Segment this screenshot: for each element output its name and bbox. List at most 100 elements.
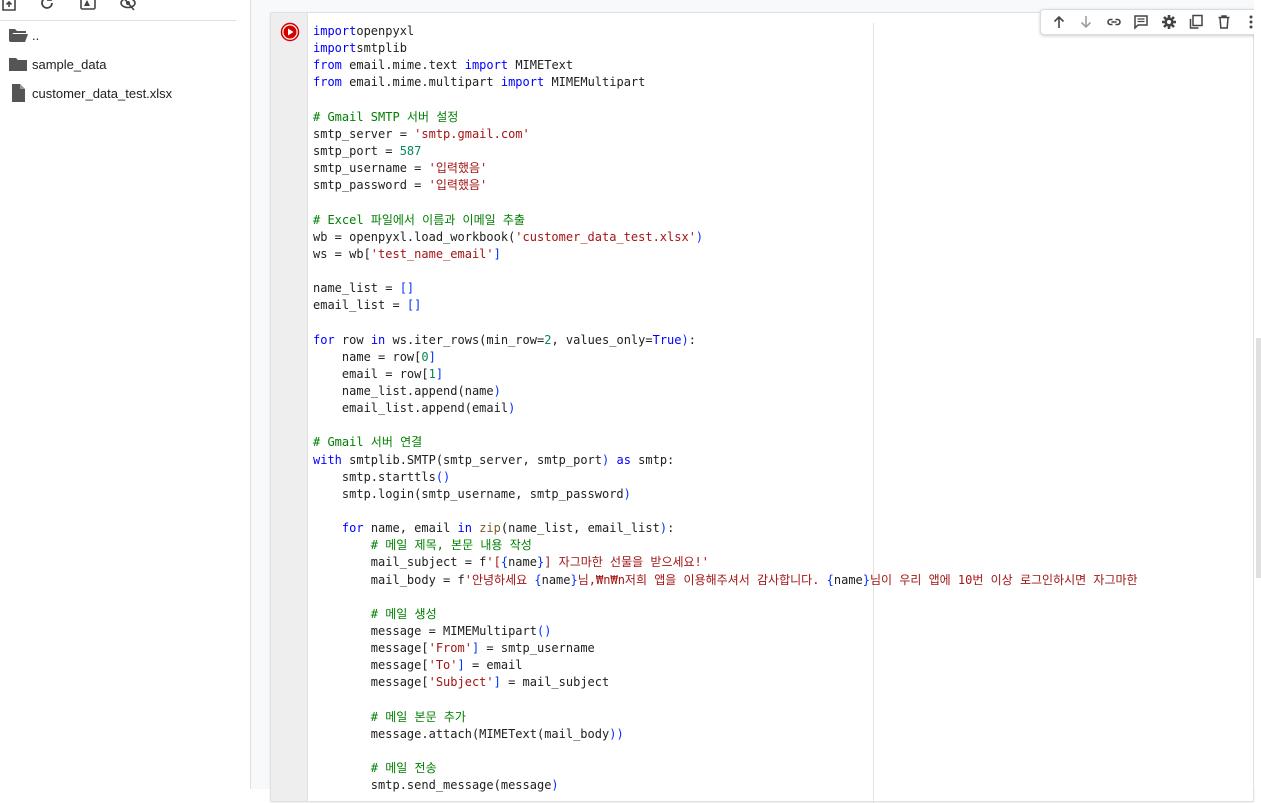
code-line[interactable]: smtp_server = 'smtp.gmail.com'	[313, 126, 1243, 143]
code-token: {	[534, 572, 542, 587]
code-line[interactable]: with smtplib.SMTP(smtp_server, smtp_port…	[313, 452, 1243, 469]
code-line[interactable]	[313, 743, 1243, 760]
code-line[interactable]: importsmtplib	[313, 40, 1243, 57]
code-line[interactable]: name = row[0]	[313, 349, 1243, 366]
file-item-customer-data[interactable]: customer_data_test.xlsx	[0, 81, 236, 105]
vertical-scrollbar[interactable]	[1254, 0, 1261, 789]
code-token: MIMEMultipart	[544, 75, 646, 90]
code-token: )	[681, 332, 689, 347]
code-token: name	[833, 572, 863, 587]
folder-open-icon	[8, 25, 28, 45]
code-line[interactable]: # 메일 제목, 본문 내용 작성	[313, 537, 1243, 554]
file-name: sample_data	[32, 56, 107, 72]
code-line[interactable]: wb = openpyxl.load_workbook('customer_da…	[313, 229, 1243, 246]
add-comment-button[interactable]	[1131, 12, 1151, 32]
code-line[interactable]	[313, 263, 1243, 280]
mirror-cell-button[interactable]	[1186, 12, 1206, 32]
code-line[interactable]	[313, 92, 1243, 109]
code-token: name_list.append(name	[313, 383, 494, 398]
code-line[interactable]: for name, email in zip(name_list, email_…	[313, 520, 1243, 537]
scrollbar-thumb[interactable]	[1256, 338, 1261, 578]
code-line[interactable]: # Gmail SMTP 서버 설정	[313, 109, 1243, 126]
code-line[interactable]: message = MIMEMultipart()	[313, 623, 1243, 640]
code-token: {	[500, 555, 509, 570]
code-line[interactable]: # Excel 파일에서 이름과 이메일 추출	[313, 212, 1243, 229]
code-line[interactable]	[313, 503, 1243, 520]
code-token: )	[493, 383, 501, 398]
code-line[interactable]: smtp.login(smtp_username, smtp_password)	[313, 486, 1243, 503]
code-token: smtp.send_message(message	[313, 778, 552, 793]
file-browser-toolbar	[0, 0, 236, 21]
code-line[interactable]	[313, 194, 1243, 211]
code-line[interactable]: # 메일 전송	[313, 760, 1243, 777]
code-line[interactable]: name_list = []	[313, 280, 1243, 297]
code-line[interactable]: smtp_port = 587	[313, 143, 1243, 160]
code-line[interactable]: email_list.append(email)	[313, 400, 1243, 417]
code-token: smtp.login(smtp_username, smtp_password	[313, 486, 624, 501]
cell-settings-button[interactable]	[1159, 12, 1179, 32]
run-cell-button[interactable]	[280, 22, 300, 42]
code-line[interactable]	[313, 314, 1243, 331]
code-token: ] 자그마한 선물을 받으세요!'	[544, 555, 710, 570]
code-token: smtp_username =	[313, 161, 429, 176]
code-token: []	[399, 281, 415, 296]
file-item-parent[interactable]: ..	[0, 23, 236, 47]
code-line[interactable]: smtp_username = '입력했음'	[313, 160, 1243, 177]
code-line[interactable]	[313, 691, 1243, 708]
code-line[interactable]: name_list.append(name)	[313, 383, 1243, 400]
code-token: ()	[536, 623, 552, 638]
code-token: row	[334, 332, 371, 347]
code-token: )	[551, 778, 559, 793]
code-token: name	[508, 555, 537, 570]
refresh-icon[interactable]	[38, 0, 56, 12]
code-line[interactable]: email_list = []	[313, 297, 1243, 314]
code-line[interactable]: for row in ws.iter_rows(min_row=2, value…	[313, 332, 1243, 349]
move-cell-up-button[interactable]	[1049, 12, 1069, 32]
code-token: )	[508, 401, 516, 416]
code-line[interactable]: mail_body = f'안녕하세요 {name}님,₩n₩n저희 앱을 이용…	[313, 572, 1243, 589]
code-line[interactable]: # 메일 생성	[313, 606, 1243, 623]
link-to-cell-button[interactable]	[1104, 12, 1124, 32]
mount-drive-icon[interactable]	[79, 0, 97, 12]
code-token: , values_only=	[551, 332, 653, 347]
code-line[interactable]: # 메일 본문 추가	[313, 709, 1243, 726]
code-token: message[	[313, 675, 429, 690]
hide-hidden-files-icon[interactable]	[119, 0, 137, 12]
code-cell[interactable]: importopenpyxl importsmtplib from email.mi…	[270, 9, 1261, 803]
code-line[interactable]: email = row[1]	[313, 366, 1243, 383]
code-token: '[	[486, 555, 501, 570]
code-token: # 메일 제목, 본문 내용 작성	[370, 538, 532, 553]
code-token: ))	[609, 726, 624, 741]
code-token: 1	[428, 366, 436, 381]
file-name: ..	[32, 27, 40, 43]
file-item-sample-data[interactable]: sample_data	[0, 52, 236, 76]
code-line[interactable]: message['From'] = smtp_username	[313, 640, 1243, 657]
code-line[interactable]	[313, 589, 1243, 606]
code-token: ]	[428, 349, 436, 364]
upload-file-icon[interactable]	[0, 0, 18, 12]
code-line[interactable]	[313, 417, 1243, 434]
move-cell-down-button[interactable]	[1076, 12, 1096, 32]
code-token: from	[313, 58, 342, 73]
code-line[interactable]: message['To'] = email	[313, 657, 1243, 674]
code-token: '입력했음'	[428, 178, 488, 193]
link-icon	[1106, 18, 1121, 26]
code-editor[interactable]: importopenpyxl importsmtplib from email.mi…	[313, 23, 1243, 794]
arrow-up-icon	[1053, 15, 1064, 28]
code-token: import	[500, 75, 545, 90]
code-line[interactable]: ws = wb['test_name_email']	[313, 246, 1243, 263]
code-line[interactable]: # Gmail 서버 연결	[313, 434, 1243, 451]
code-token: # Excel 파일에서 이름과 이메일 추출	[313, 212, 525, 227]
code-line[interactable]: message.attach(MIMEText(mail_body))	[313, 726, 1243, 743]
code-line[interactable]: smtp.send_message(message)	[313, 777, 1243, 794]
code-line[interactable]: smtp_password = '입력했음'	[313, 177, 1243, 194]
code-line[interactable]: message['Subject'] = mail_subject	[313, 674, 1243, 691]
code-token: 님이 우리 앱에 10번 이상 로그인하시면 자그마한	[870, 572, 1138, 587]
code-token: in	[457, 521, 472, 536]
code-line[interactable]: mail_subject = f'[{name}] 자그마한 선물을 받으세요!…	[313, 554, 1243, 571]
code-line[interactable]: smtp.starttls()	[313, 469, 1243, 486]
code-line[interactable]: from email.mime.multipart import MIMEMul…	[313, 74, 1243, 91]
code-line[interactable]: from email.mime.text import MIMEText	[313, 57, 1243, 74]
delete-cell-button[interactable]	[1214, 12, 1234, 32]
